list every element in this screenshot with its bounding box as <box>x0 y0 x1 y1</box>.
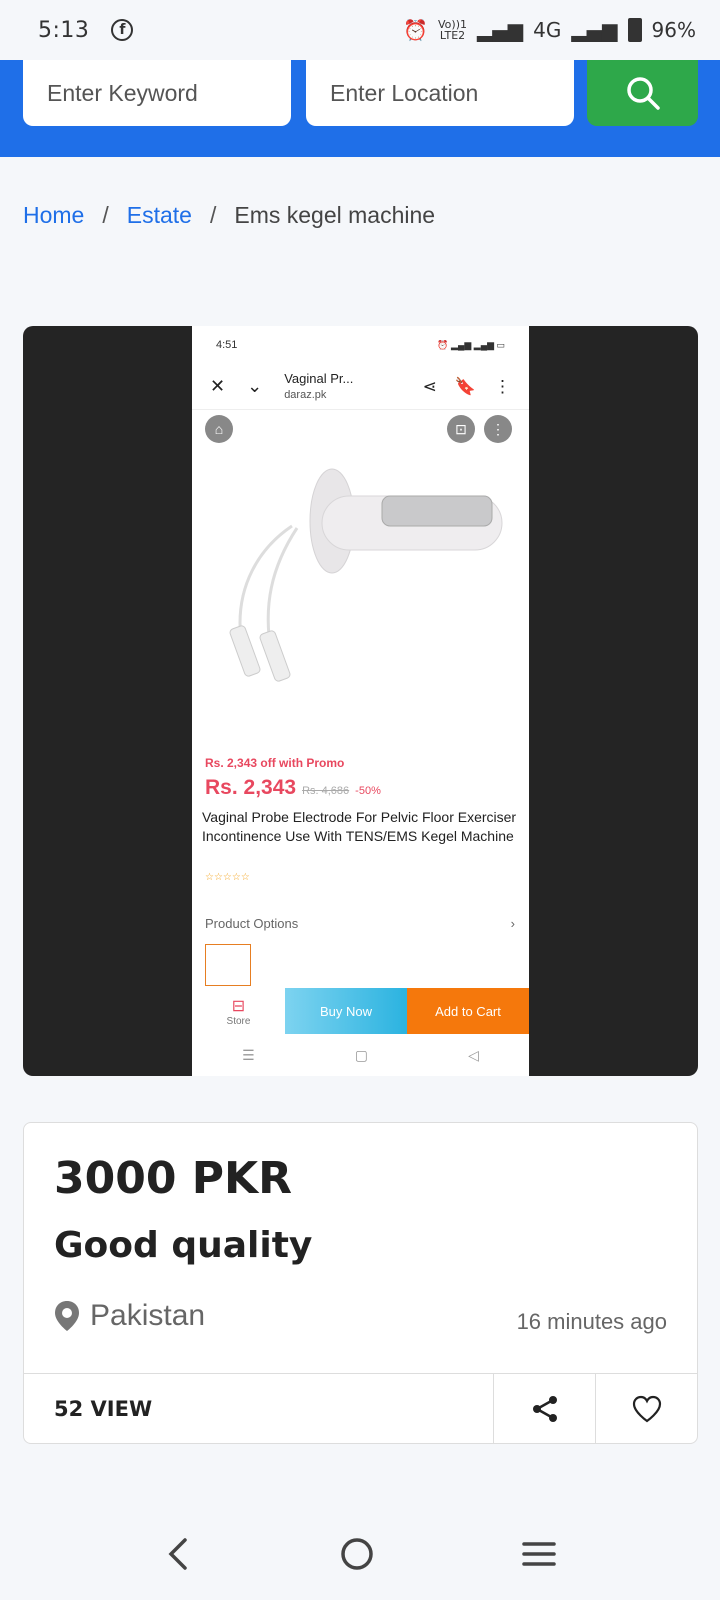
breadcrumb-estate[interactable]: Estate <box>127 202 192 229</box>
recent-apps-icon[interactable] <box>521 1539 557 1569</box>
bookmark-icon: 🔖 <box>454 376 476 396</box>
favorite-button[interactable] <box>595 1374 697 1444</box>
screenshot-status-bar: 4:51 ⏰ ▂▄▆ ▂▄▆ ▭ <box>192 326 529 364</box>
screenshot-bottom-bar: ⊟ Store Buy Now Add to Cart <box>192 988 529 1034</box>
buy-now-button: Buy Now <box>285 988 407 1034</box>
breadcrumb-current: Ems kegel machine <box>234 202 436 228</box>
posted-time: 16 minutes ago <box>516 1309 667 1334</box>
product-price: Rs. 2,343 <box>205 776 297 799</box>
store-tab: ⊟ Store <box>226 997 251 1027</box>
option-thumbnail <box>205 944 251 986</box>
menu-icon: ☰ <box>242 1046 255 1063</box>
close-icon: ✕ <box>210 376 226 396</box>
breadcrumb: Home / Estate / Ems kegel machine <box>23 202 435 229</box>
system-navigation-bar <box>0 1508 720 1600</box>
listing-location: Pakistan <box>54 1299 205 1333</box>
share-icon <box>532 1396 557 1422</box>
alarm-icon: ⏰ <box>403 18 429 42</box>
facebook-icon: f <box>111 19 134 41</box>
view-count: 52 VIEW <box>54 1397 153 1421</box>
old-price: Rs. 4,686 <box>302 785 350 797</box>
home-icon: ⌂ <box>205 415 233 443</box>
heart-icon <box>632 1395 661 1423</box>
chevron-down-icon: ⌄ <box>247 376 263 396</box>
volte-indicator: Vo))1 LTE2 <box>438 18 467 42</box>
listing-footer: 52 VIEW <box>24 1373 697 1444</box>
screenshot-nav: ✕ ⌄ Vaginal Pr... daraz.pk ⋖ 🔖 ⋮ <box>192 364 529 410</box>
product-options: Product Options › <box>205 916 515 931</box>
rating-stars: ☆☆☆☆☆ <box>205 872 250 883</box>
screenshot-title: Vaginal Pr... daraz.pk <box>284 370 354 401</box>
share-button[interactable] <box>493 1374 595 1444</box>
signal-icon: ▂▄▆ <box>477 18 524 42</box>
battery-level: 96% <box>651 18 696 42</box>
clock: 5:13 <box>38 17 90 43</box>
listing-image[interactable]: 4:51 ⏰ ▂▄▆ ▂▄▆ ▭ ✕ ⌄ Vaginal Pr... daraz… <box>23 326 698 1076</box>
promo-text: Rs. 2,343 off with Promo <box>205 756 345 770</box>
status-icons: ⏰ Vo))1 LTE2 ▂▄▆ 4G ▂▄▆ 96% <box>403 18 696 42</box>
breadcrumb-home[interactable]: Home <box>23 202 84 229</box>
price-row: Rs. 2,343 Rs. 4,686 -50% <box>205 776 381 800</box>
back-icon: ◁ <box>468 1046 479 1063</box>
search-icon <box>626 77 660 110</box>
location-pin-icon <box>55 1301 79 1331</box>
square-icon: ▢ <box>354 1046 368 1063</box>
keyword-input[interactable]: Enter Keyword <box>23 60 291 126</box>
discount-badge: -50% <box>355 785 381 797</box>
listing-info-card: 3000 PKR Good quality Pakistan 16 minute… <box>23 1122 698 1444</box>
location-input[interactable]: Enter Location <box>306 60 574 126</box>
network-type: 4G <box>533 18 562 42</box>
product-title: Vaginal Probe Electrode For Pelvic Floor… <box>202 809 517 844</box>
product-image <box>229 468 503 682</box>
chevron-right-icon: › <box>510 916 515 931</box>
product-screenshot: 4:51 ⏰ ▂▄▆ ▂▄▆ ▭ ✕ ⌄ Vaginal Pr... daraz… <box>192 326 529 1076</box>
share-icon: ⋖ <box>422 376 437 396</box>
back-icon[interactable] <box>163 1537 193 1571</box>
search-button[interactable] <box>587 60 698 126</box>
cart-icon: ⊡ <box>447 415 475 443</box>
screenshot-time: 4:51 <box>216 339 238 351</box>
screenshot-actions: ⋖ 🔖 ⋮ <box>423 377 511 397</box>
screenshot-system-nav: ☰ ▢ ◁ <box>192 1034 529 1076</box>
status-bar: 5:13 f ⏰ Vo))1 LTE2 ▂▄▆ 4G ▂▄▆ 96% <box>0 0 720 60</box>
screenshot-status-icons: ⏰ ▂▄▆ ▂▄▆ ▭ <box>437 339 505 350</box>
add-to-cart-button: Add to Cart <box>407 988 529 1034</box>
home-icon[interactable] <box>340 1537 374 1571</box>
listing-headline: Good quality <box>54 1225 313 1266</box>
store-icon: ⊟ <box>231 997 246 1015</box>
more-icon: ⋮ <box>484 415 512 443</box>
signal-icon-2: ▂▄▆ <box>571 18 618 42</box>
listing-price: 3000 PKR <box>54 1153 293 1204</box>
more-icon: ⋮ <box>494 376 511 396</box>
breadcrumb-separator: / <box>102 202 109 228</box>
breadcrumb-separator: / <box>209 202 217 228</box>
battery-icon <box>627 18 642 42</box>
